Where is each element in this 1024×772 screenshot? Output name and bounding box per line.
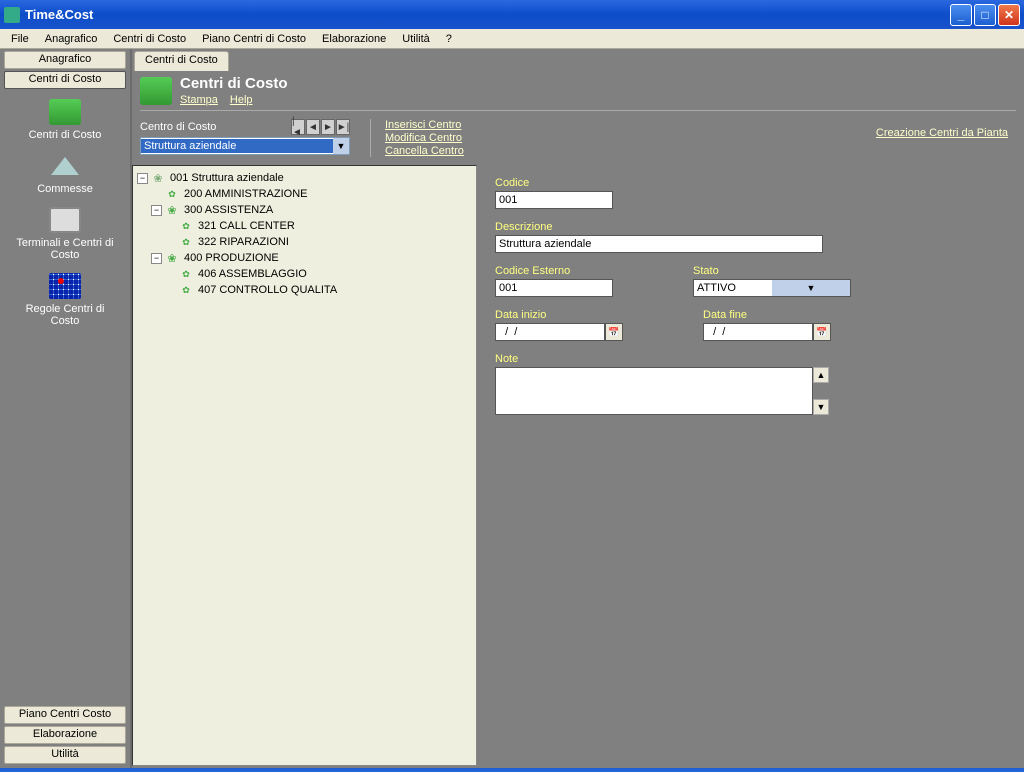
branch-icon	[165, 203, 179, 217]
menu-file[interactable]: File	[3, 31, 37, 47]
sidebar-icon-regole[interactable]: Regole Centri di Costo	[15, 273, 115, 327]
link-modifica[interactable]: Modifica Centro	[385, 132, 464, 144]
link-cancella[interactable]: Cancella Centro	[385, 145, 464, 157]
leaf-icon	[179, 283, 193, 297]
menu-anagrafico[interactable]: Anagrafico	[37, 31, 106, 47]
sidebar-icon-label: Terminali e Centri di Costo	[15, 237, 115, 261]
sidebar-icon-label: Regole Centri di Costo	[15, 303, 115, 327]
minimize-button[interactable]: _	[950, 4, 972, 26]
branch-icon	[165, 251, 179, 265]
tree-node-root[interactable]: − 001 Struttura aziendale	[137, 170, 472, 186]
tab-centri-di-costo[interactable]: Centri di Costo	[134, 51, 229, 71]
data-inizio-input[interactable]	[495, 323, 605, 341]
scroll-up-icon[interactable]: ▲	[813, 367, 829, 383]
leaf-icon	[165, 187, 179, 201]
collapse-icon[interactable]: −	[151, 253, 162, 264]
box-icon	[49, 153, 81, 179]
tree-node[interactable]: 322 RIPARAZIONI	[137, 234, 472, 250]
chevron-down-icon: ▼	[333, 138, 349, 154]
sidebar-btn-utilita[interactable]: Utilità	[4, 746, 126, 764]
menu-elaborazione[interactable]: Elaborazione	[314, 31, 394, 47]
tree-root-icon	[151, 171, 165, 185]
data-fine-label: Data fine	[703, 309, 831, 321]
data-fine-input[interactable]	[703, 323, 813, 341]
stato-combo[interactable]: ATTIVO ▼	[693, 279, 851, 297]
window-title: Time&Cost	[25, 7, 950, 22]
link-stampa[interactable]: Stampa	[180, 94, 218, 106]
tree-node[interactable]: 321 CALL CENTER	[137, 218, 472, 234]
note-textarea[interactable]	[495, 367, 813, 415]
nav-next-icon[interactable]: ►	[321, 119, 335, 135]
link-inserisci[interactable]: Inserisci Centro	[385, 119, 464, 131]
link-help[interactable]: Help	[230, 94, 253, 106]
maximize-button[interactable]: □	[974, 4, 996, 26]
sidebar-btn-anagrafico[interactable]: Anagrafico	[4, 51, 126, 69]
tree-node[interactable]: 200 AMMINISTRAZIONE	[137, 186, 472, 202]
collapse-icon[interactable]: −	[137, 173, 148, 184]
stato-label: Stato	[693, 265, 851, 277]
sidebar-btn-piano[interactable]: Piano Centri Costo	[4, 706, 126, 724]
sidebar-btn-centri-di-costo[interactable]: Centri di Costo	[4, 71, 126, 89]
nav-last-icon[interactable]: ►|	[336, 119, 350, 135]
leaf-icon	[179, 267, 193, 281]
form-panel: Codice Descrizione Codice Esterno Stato	[479, 165, 1024, 768]
content-area: Centri di Costo Centri di Costo Stampa H…	[130, 49, 1024, 768]
sidebar: Anagrafico Centri di Costo Centri di Cos…	[0, 49, 130, 768]
codice-esterno-input[interactable]	[495, 279, 613, 297]
calendar-icon[interactable]: 📅	[605, 323, 623, 341]
descrizione-label: Descrizione	[495, 221, 1008, 233]
tree-node[interactable]: 406 ASSEMBLAGGIO	[137, 266, 472, 282]
nav-first-icon[interactable]: |◄	[291, 119, 305, 135]
data-inizio-label: Data inizio	[495, 309, 623, 321]
tab-row: Centri di Costo	[132, 49, 1024, 71]
scroll-down-icon[interactable]: ▼	[813, 399, 829, 415]
leaf-icon	[179, 219, 193, 233]
tree-node[interactable]: − 400 PRODUZIONE	[137, 250, 472, 266]
app-icon	[4, 7, 20, 23]
menu-centri-di-costo[interactable]: Centri di Costo	[105, 31, 194, 47]
tree-node[interactable]: − 300 ASSISTENZA	[137, 202, 472, 218]
titlebar: Time&Cost _ □ ✕	[0, 0, 1024, 29]
page-title: Centri di Costo	[180, 75, 288, 92]
grid-icon	[49, 273, 81, 299]
menu-piano-centri[interactable]: Piano Centri di Costo	[194, 31, 314, 47]
stato-value: ATTIVO	[694, 282, 772, 294]
centro-combo[interactable]: Struttura aziendale ▼	[140, 137, 350, 155]
sidebar-icon-label: Commesse	[37, 183, 93, 195]
codice-input[interactable]	[495, 191, 613, 209]
leaf-icon	[179, 235, 193, 249]
sidebar-icon-commesse[interactable]: Commesse	[15, 153, 115, 195]
sidebar-icon-centri-di-costo[interactable]: Centri di Costo	[15, 99, 115, 141]
link-creazione-pianta[interactable]: Creazione Centri da Pianta	[876, 127, 1008, 139]
close-button[interactable]: ✕	[998, 4, 1020, 26]
menubar: File Anagrafico Centri di Costo Piano Ce…	[0, 29, 1024, 49]
money-icon	[49, 99, 81, 125]
tree-node[interactable]: 407 CONTROLLO QUALITA	[137, 282, 472, 298]
combo-selected: Struttura aziendale	[141, 139, 333, 153]
terminal-icon	[49, 207, 81, 233]
sidebar-btn-elaborazione[interactable]: Elaborazione	[4, 726, 126, 744]
descrizione-input[interactable]	[495, 235, 823, 253]
menu-help[interactable]: ?	[438, 31, 460, 47]
combo-label: Centro di Costo |◄ ◄ ► ►|	[140, 119, 350, 135]
sidebar-icon-label: Centri di Costo	[29, 129, 102, 141]
codice-label: Codice	[495, 177, 1008, 189]
nav-prev-icon[interactable]: ◄	[306, 119, 320, 135]
sidebar-icon-terminali[interactable]: Terminali e Centri di Costo	[15, 207, 115, 261]
codice-esterno-label: Codice Esterno	[495, 265, 613, 277]
collapse-icon[interactable]: −	[151, 205, 162, 216]
calendar-icon[interactable]: 📅	[813, 323, 831, 341]
taskbar-edge	[0, 768, 1024, 772]
header-panel: Centri di Costo Stampa Help Centro di Co…	[132, 71, 1024, 165]
tree-panel: − 001 Struttura aziendale 200 AMMINISTRA…	[132, 165, 477, 766]
note-label: Note	[495, 353, 1008, 365]
header-icon	[140, 77, 172, 105]
menu-utilita[interactable]: Utilità	[394, 31, 438, 47]
chevron-down-icon: ▼	[772, 280, 850, 296]
